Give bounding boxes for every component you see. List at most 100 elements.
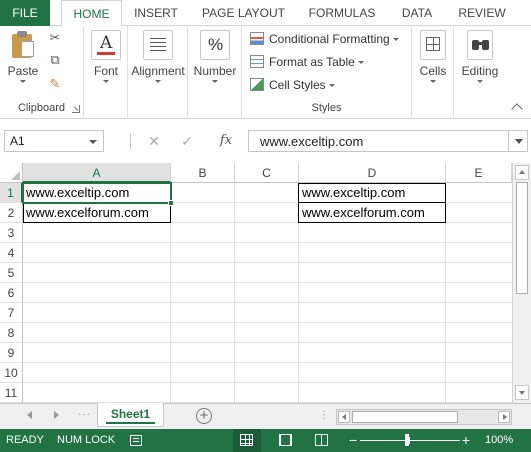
vertical-scroll-thumb[interactable] <box>516 182 528 294</box>
sheet-next-icon[interactable] <box>54 411 59 419</box>
page-break-view-button[interactable] <box>308 429 336 452</box>
horizontal-scrollbar[interactable] <box>336 409 512 425</box>
page-layout-view-icon <box>279 434 292 446</box>
styles-group: Conditional Formatting Format as Table C… <box>242 26 412 118</box>
zoom-out-button[interactable]: − <box>349 433 357 447</box>
row-header-4[interactable]: 4 <box>0 243 23 263</box>
row-header-5[interactable]: 5 <box>0 263 23 283</box>
cells-button[interactable]: Cells <box>416 30 450 83</box>
cells-icon <box>420 30 446 60</box>
formula-bar-divider <box>130 133 131 149</box>
scroll-left-icon[interactable] <box>338 411 350 423</box>
styles-group-label: Styles <box>311 102 342 114</box>
font-label: Font <box>93 64 118 78</box>
clipboard-dialog-launcher-icon[interactable] <box>72 105 80 113</box>
tab-home[interactable]: HOME <box>61 0 122 27</box>
macro-record-icon[interactable] <box>130 435 142 446</box>
align-lines-icon <box>143 30 173 60</box>
collapse-ribbon-icon[interactable] <box>511 103 523 115</box>
chevron-down-icon <box>392 38 399 41</box>
format-as-table-button[interactable]: Format as Table <box>250 52 364 72</box>
paste-label: Paste <box>7 64 39 78</box>
row-header-11[interactable]: 11 <box>0 383 23 403</box>
cell-a2[interactable]: www.excelforum.com <box>23 203 170 223</box>
row-header-8[interactable]: 8 <box>0 323 23 343</box>
sheet-prev-icon[interactable] <box>27 411 32 419</box>
tab-formulas[interactable]: FORMULAS <box>302 0 382 26</box>
row-header-6[interactable]: 6 <box>0 283 23 303</box>
zoom-slider[interactable] <box>360 440 460 441</box>
gridline <box>23 322 512 323</box>
normal-view-button[interactable] <box>233 429 261 452</box>
cell-d2[interactable]: www.excelforum.com <box>299 203 445 223</box>
copy-icon[interactable]: ⧉ <box>46 52 64 68</box>
tab-data[interactable]: DATA <box>392 0 442 26</box>
more-sheets-icon[interactable]: ··· <box>78 409 91 420</box>
scroll-down-icon[interactable] <box>515 385 529 400</box>
name-box[interactable]: A1 <box>4 130 104 152</box>
gridline <box>23 262 512 263</box>
column-header-a[interactable]: A <box>23 163 171 183</box>
conditional-formatting-label: Conditional Formatting <box>269 32 390 46</box>
vertical-scrollbar[interactable] <box>512 163 531 403</box>
chevron-down-icon <box>103 80 109 83</box>
editing-group: Editing <box>454 26 506 118</box>
alignment-group: Alignment <box>128 26 188 118</box>
number-button[interactable]: % Number <box>191 30 239 83</box>
status-ready: READY <box>6 434 44 446</box>
row-header-7[interactable]: 7 <box>0 303 23 323</box>
formula-input[interactable]: www.exceltip.com <box>248 130 508 152</box>
row-header-9[interactable]: 9 <box>0 343 23 363</box>
conditional-formatting-button[interactable]: Conditional Formatting <box>250 29 399 49</box>
format-as-table-label: Format as Table <box>269 55 355 69</box>
add-sheet-icon[interactable]: + <box>196 408 212 424</box>
fill-handle[interactable] <box>168 200 174 206</box>
row-header-2[interactable]: 2 <box>0 203 23 223</box>
cell-d1[interactable]: www.exceltip.com <box>299 183 445 203</box>
column-header-d[interactable]: D <box>299 163 446 183</box>
column-header-c[interactable]: C <box>235 163 299 183</box>
cancel-icon[interactable]: ✕ <box>143 130 165 152</box>
select-all-button[interactable] <box>0 163 23 183</box>
enter-icon[interactable]: ✓ <box>176 130 198 152</box>
clipboard-group: Paste ✂ ⧉ ✎ Clipboard <box>0 26 84 118</box>
page-layout-view-button[interactable] <box>272 429 300 452</box>
zoom-slider-thumb[interactable] <box>405 434 409 446</box>
expand-formula-bar-icon[interactable] <box>508 130 528 152</box>
gridline <box>23 382 512 383</box>
column-header-b[interactable]: B <box>171 163 235 183</box>
cell-styles-button[interactable]: Cell Styles <box>250 75 335 95</box>
alignment-label: Alignment <box>131 64 185 78</box>
alignment-button[interactable]: Alignment <box>130 30 186 83</box>
chevron-down-icon[interactable] <box>89 140 97 144</box>
insert-function-icon[interactable]: fx <box>215 130 237 152</box>
percent-icon: % <box>200 30 230 60</box>
gridline <box>23 362 512 363</box>
tab-page-layout[interactable]: PAGE LAYOUT <box>193 0 294 26</box>
name-box-value: A1 <box>10 134 25 148</box>
row-header-3[interactable]: 3 <box>0 223 23 243</box>
column-header-e[interactable]: E <box>446 163 512 183</box>
chevron-down-icon <box>477 80 483 83</box>
tab-review[interactable]: REVIEW <box>452 0 512 26</box>
font-button[interactable]: A Font <box>88 30 124 83</box>
row-header-1[interactable]: 1 <box>0 183 23 203</box>
scroll-up-icon[interactable] <box>515 165 529 180</box>
row-header-10[interactable]: 10 <box>0 363 23 383</box>
binoculars-icon <box>467 30 493 60</box>
horizontal-scroll-thumb[interactable] <box>352 411 458 423</box>
paste-icon <box>10 30 36 60</box>
tab-insert[interactable]: INSERT <box>128 0 184 26</box>
ribbon: Paste ✂ ⧉ ✎ Clipboard A Font Alignment %… <box>0 26 531 119</box>
editing-button[interactable]: Editing <box>456 30 504 83</box>
sheet-tab-sheet1[interactable]: Sheet1 <box>97 403 164 427</box>
scissors-icon[interactable]: ✂ <box>46 30 64 46</box>
paste-button[interactable]: Paste <box>4 30 42 83</box>
zoom-level[interactable]: 100% <box>485 429 513 452</box>
brush-icon[interactable]: ✎ <box>46 76 64 92</box>
scroll-right-icon[interactable] <box>498 411 510 423</box>
zoom-in-button[interactable]: + <box>461 433 471 447</box>
tab-file[interactable]: FILE <box>0 0 50 26</box>
worksheet-grid: A B C D E 1 2 3 4 5 6 7 8 9 10 11 www.ex… <box>0 163 512 403</box>
tab-splitter-icon[interactable]: ⋮ <box>319 410 330 421</box>
